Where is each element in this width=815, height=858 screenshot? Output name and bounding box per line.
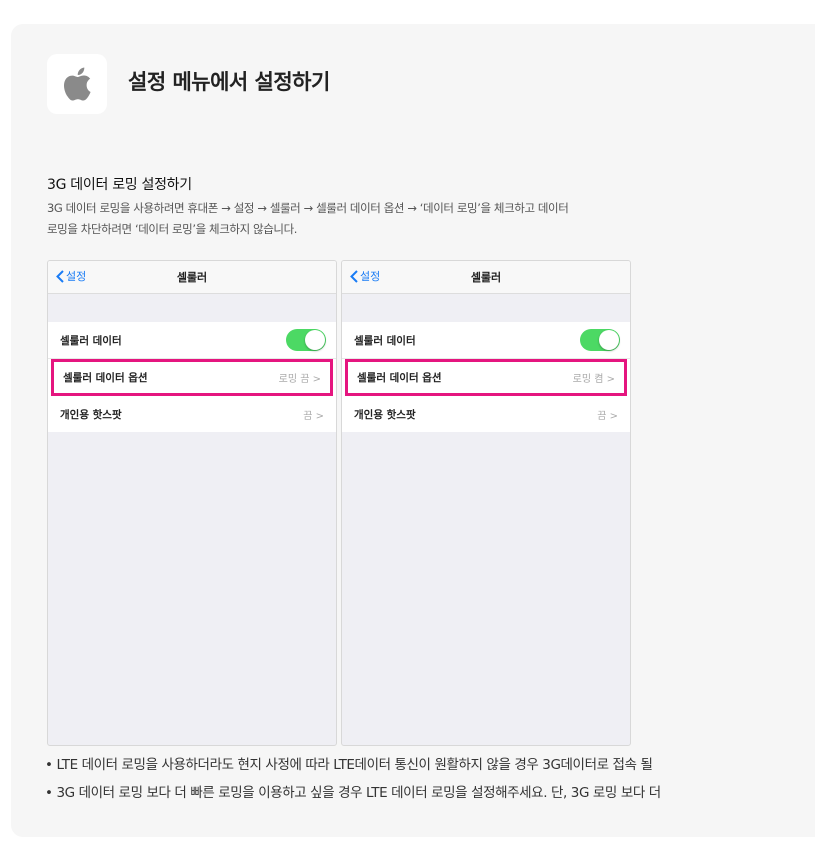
notes-list: • LTE 데이터 로밍을 사용하더라도 현지 사정에 따라 LTE데이터 통신… [45,751,661,807]
nav-title: 셀룰러 [470,271,502,284]
settings-list: 셀룰러 데이터 셀룰러 데이터 옵션 로밍 켬 > 개인용 핫스팟 끔 > [342,322,630,432]
section-subtitle: 3G 데이터 로밍 설정하기 [47,177,192,193]
row-value: 로밍 켬 > [572,374,615,385]
cellular-data-toggle[interactable] [286,329,326,351]
cellular-data-toggle[interactable] [580,329,620,351]
note-item: • LTE 데이터 로밍을 사용하더라도 현지 사정에 따라 LTE데이터 통신… [45,757,653,773]
ios-nav-bar: 설정 셀룰러 [48,261,336,294]
row-label: 셀룰러 데이터 [60,335,122,347]
row-value: 로밍 끔 > [278,374,321,385]
personal-hotspot-row[interactable]: 개인용 핫스팟 끔 > [342,396,630,432]
personal-hotspot-row[interactable]: 개인용 핫스팟 끔 > [48,396,336,432]
row-value: 끔 > [597,411,618,422]
row-value: 끔 > [303,411,324,422]
cellular-data-row[interactable]: 셀룰러 데이터 [342,322,630,359]
nav-title: 셀룰러 [176,271,208,284]
row-label: 개인용 핫스팟 [354,409,416,421]
row-label: 개인용 핫스팟 [60,409,122,421]
description-line: 3G 데이터 로밍을 사용하려면 휴대폰 → 설정 → 셀룰러 → 셀룰러 데이… [47,201,569,215]
description-line: 로밍을 차단하려면 ‘데이터 로밍’을 체크하지 않습니다. [47,222,298,236]
settings-list: 셀룰러 데이터 셀룰러 데이터 옵션 로밍 끔 > 개인용 핫스팟 끔 > [48,322,336,432]
page-title: 설정 메뉴에서 설정하기 [128,70,330,94]
cellular-data-options-row[interactable]: 셀룰러 데이터 옵션 로밍 끔 > [51,359,333,396]
phone-screenshot-roaming-off: 설정 셀룰러 셀룰러 데이터 셀룰러 데이터 옵션 로밍 끔 > 개인용 핫스팟… [47,260,337,746]
cellular-data-options-row[interactable]: 셀룰러 데이터 옵션 로밍 켬 > [345,359,627,396]
apple-logo-box [47,54,107,114]
content-card: 설정 메뉴에서 설정하기 3G 데이터 로밍 설정하기 3G 데이터 로밍을 사… [11,24,815,837]
row-label: 셀룰러 데이터 옵션 [357,372,442,384]
row-label: 셀룰러 데이터 옵션 [63,372,148,384]
apple-icon [64,67,91,101]
cellular-data-row[interactable]: 셀룰러 데이터 [48,322,336,359]
ios-nav-bar: 설정 셀룰러 [342,261,630,294]
note-item: • 3G 데이터 로밍 보다 더 빠른 로밍을 이용하고 싶을 경우 LTE 데… [45,785,661,801]
row-label: 셀룰러 데이터 [354,335,416,347]
section-description: 3G 데이터 로밍을 사용하려면 휴대폰 → 설정 → 셀룰러 → 셀룰러 데이… [47,198,767,240]
phone-screenshot-roaming-on: 설정 셀룰러 셀룰러 데이터 셀룰러 데이터 옵션 로밍 켬 > 개인용 핫스팟… [341,260,631,746]
